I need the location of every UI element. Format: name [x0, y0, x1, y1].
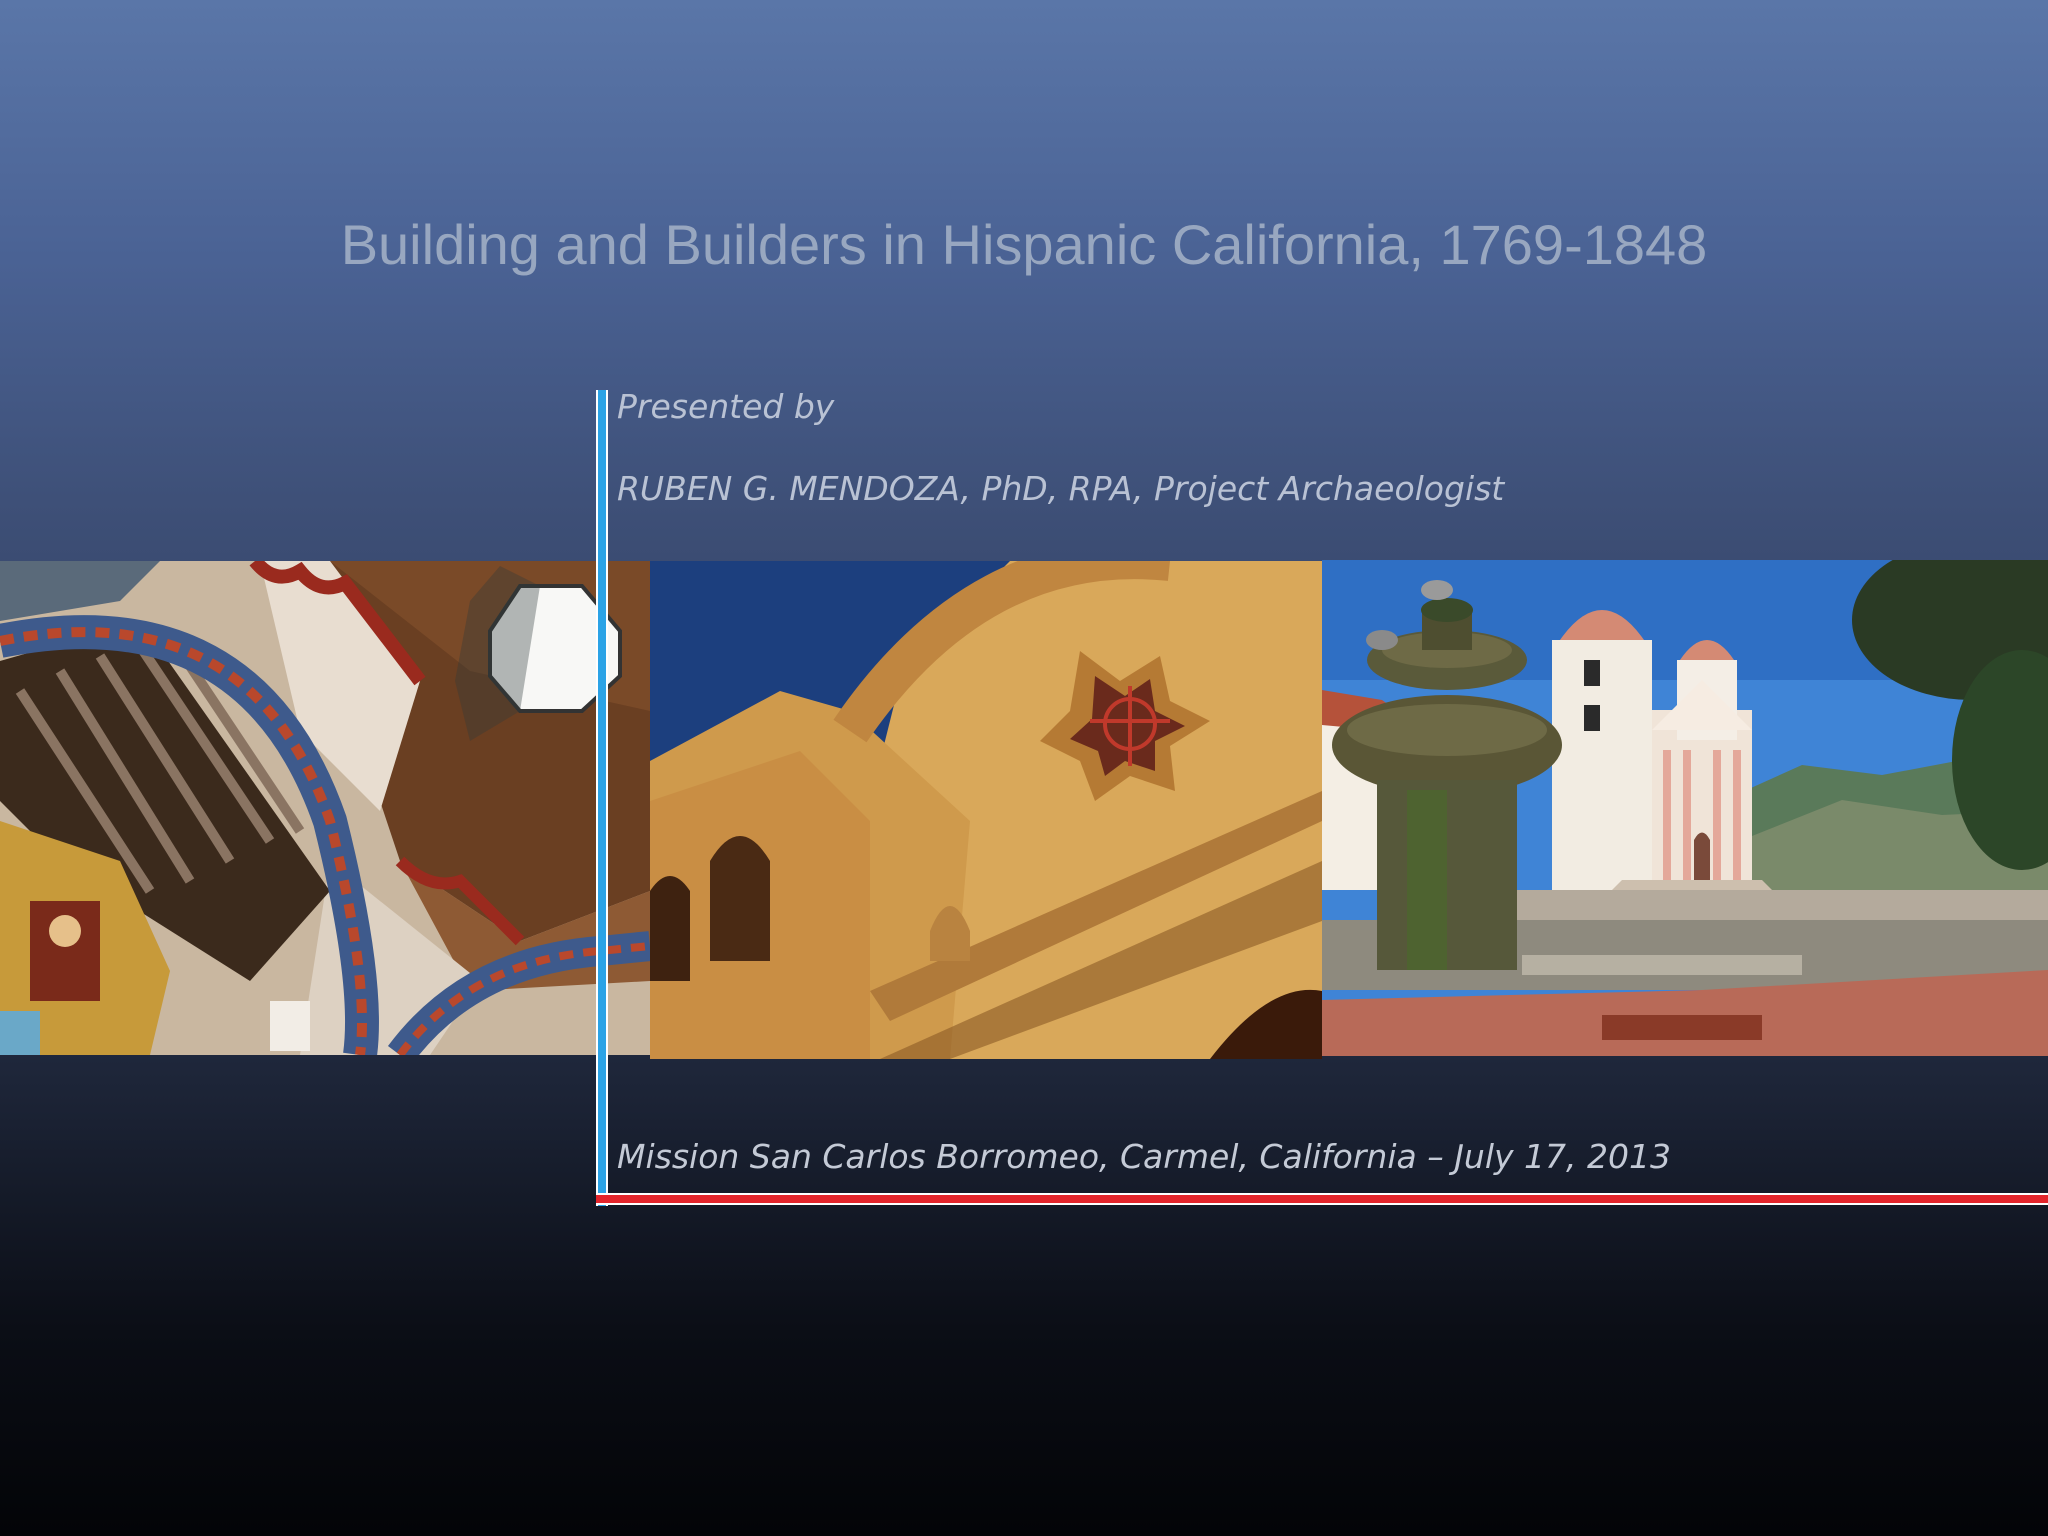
presenter-name: RUBEN G. MENDOZA, PhD, RPA, Project Arch…: [617, 469, 1505, 508]
mission-interior-ceiling-photo: [0, 561, 650, 1055]
slide-title: Building and Builders in Hispanic Califo…: [340, 213, 1708, 276]
presentation-slide: Building and Builders in Hispanic Califo…: [0, 0, 2048, 1536]
horizontal-accent-bar: [596, 1193, 2048, 1205]
presented-by-label: Presented by: [617, 387, 835, 426]
event-location-date: Mission San Carlos Borromeo, Carmel, Cal…: [617, 1137, 1671, 1176]
vertical-accent-bar: [596, 390, 608, 1206]
mission-facade-star-window-photo: [650, 561, 1322, 1059]
mission-fountain-bell-towers-photo: [1322, 560, 2048, 1056]
